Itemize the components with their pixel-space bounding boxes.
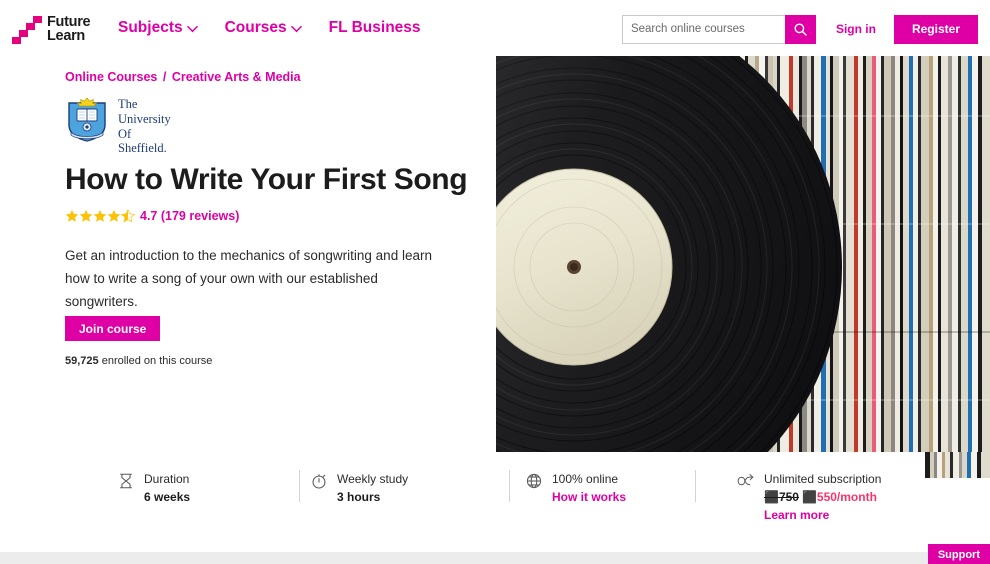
price-original: ⬛750 — [764, 489, 799, 504]
staircase-icon — [12, 16, 42, 44]
breadcrumb-online-courses[interactable]: Online Courses — [65, 70, 157, 84]
search-button[interactable] — [784, 14, 816, 44]
page-title: How to Write Your First Song — [65, 163, 468, 196]
star-full-icon — [65, 209, 79, 222]
footer-band — [0, 552, 990, 564]
chevron-down-icon — [290, 25, 302, 32]
provider-logo[interactable]: The University Of Sheffield. — [65, 95, 171, 156]
nav-item-fl-business[interactable]: FL Business — [329, 19, 421, 37]
breadcrumb-creative-arts-media[interactable]: Creative Arts & Media — [172, 70, 301, 84]
how-it-works-link[interactable]: How it works — [552, 489, 626, 507]
hourglass-icon — [120, 473, 132, 489]
star-full-icon — [107, 209, 121, 222]
star-full-icon — [93, 209, 107, 222]
search-bar — [621, 14, 816, 44]
register-button[interactable]: Register — [893, 14, 978, 44]
enrolled-count-suffix: enrolled on this course — [98, 355, 213, 367]
learn-more-link[interactable]: Learn more — [764, 507, 881, 525]
subscription-price: ⬛750 ⬛550/month — [764, 489, 881, 507]
nav-item-courses[interactable]: Courses — [225, 19, 303, 37]
stat-subscription-label: Unlimited subscription — [764, 472, 882, 486]
stat-subscription: Unlimited subscription ⬛750 ⬛550/month Le… — [737, 462, 937, 534]
infinity-arrow-icon — [737, 474, 754, 486]
vinyl-record-and-album-shelf-photo — [496, 55, 990, 452]
futurelearn-logo[interactable]: Future Learn — [12, 13, 108, 47]
stat-divider — [695, 470, 696, 502]
stat-subscription-body: Unlimited subscription ⬛750 ⬛550/month Le… — [764, 471, 881, 524]
enrolled-count-number: 59,725 — [65, 355, 99, 367]
nav-item-subjects[interactable]: Subjects — [118, 19, 199, 37]
nav-item-subjects-label: Subjects — [118, 19, 183, 36]
join-course-button[interactable]: Join course — [65, 316, 161, 341]
stat-weekly-study-value: 3 hours — [337, 489, 381, 504]
rating[interactable]: 4.7 (179 reviews) — [65, 209, 239, 223]
course-description: Get an introduction to the mechanics of … — [65, 248, 432, 310]
site-header: Future Learn Subjects Courses FL Busines… — [0, 0, 990, 56]
stat-divider — [509, 470, 510, 502]
globe-icon — [526, 473, 542, 489]
provider-name: The University Of Sheffield. — [118, 97, 171, 156]
stat-online-label: 100% online — [552, 472, 619, 486]
course-stats-bar: Duration 6 weeks Weekly study 3 hours 10… — [0, 462, 990, 534]
search-input[interactable] — [621, 14, 785, 44]
stat-weekly-study-label: Weekly study — [337, 472, 409, 486]
stat-duration: Duration 6 weeks — [117, 462, 300, 534]
stat-divider — [299, 470, 300, 502]
stat-online-body: 100% online How it works — [552, 471, 626, 507]
stopwatch-icon — [312, 474, 326, 489]
search-icon — [794, 22, 807, 36]
breadcrumb-separator: / — [162, 70, 167, 84]
star-rating-icons — [65, 209, 135, 223]
university-crest-icon — [68, 97, 106, 142]
hero-image — [496, 55, 990, 452]
stat-duration-body: Duration 6 weeks — [144, 471, 190, 507]
stat-weekly-study-body: Weekly study 3 hours — [337, 471, 408, 507]
star-full-icon — [79, 209, 93, 222]
nav-item-fl-business-label: FL Business — [328, 19, 421, 36]
enrolled-count: 59,725 enrolled on this course — [65, 355, 212, 367]
nav-item-courses-label: Courses — [224, 19, 287, 36]
header-actions: Sign in Register — [621, 14, 978, 44]
sign-in-link[interactable]: Sign in — [836, 22, 876, 36]
stat-weekly-study: Weekly study 3 hours — [310, 462, 510, 534]
chevron-down-icon — [186, 25, 198, 32]
support-button[interactable]: Support — [927, 544, 990, 564]
price-discounted: ⬛550/month — [801, 489, 877, 504]
stat-duration-label: Duration — [144, 472, 190, 486]
stat-duration-value: 6 weeks — [144, 489, 191, 504]
logo-wordmark: Future Learn — [47, 14, 91, 44]
rating-text: 4.7 (179 reviews) — [140, 209, 240, 223]
main-nav: Subjects Courses FL Business — [118, 0, 421, 56]
stat-online: 100% online How it works — [525, 462, 696, 534]
star-half-icon — [121, 209, 135, 223]
page-root: Future Learn Subjects Courses FL Busines… — [0, 0, 990, 564]
breadcrumb: Online Courses / Creative Arts & Media — [65, 70, 301, 84]
